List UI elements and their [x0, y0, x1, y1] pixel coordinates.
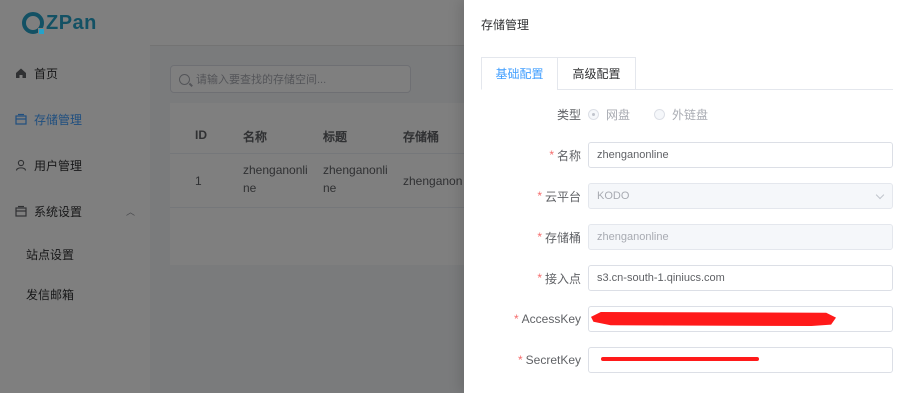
field-label-text: 名称	[556, 148, 581, 163]
required-mark: *	[537, 230, 542, 244]
field-label-text: 存储桶	[544, 230, 581, 245]
field-label-text: AccessKey	[521, 312, 581, 326]
required-mark: *	[537, 189, 542, 203]
tab-basic-config[interactable]: 基础配置	[481, 57, 558, 90]
tabs: 基础配置 高级配置	[481, 57, 893, 90]
field-label: * 名称	[549, 142, 581, 168]
form-row-access-key: * AccessKey	[481, 306, 893, 332]
type-radio-group: 网盘 外链盘	[588, 101, 732, 127]
form-row-name: * 名称 zhenganonline	[481, 142, 893, 168]
form-row-cloud: * 云平台 KODO	[481, 183, 893, 209]
radio-label: 外链盘	[672, 107, 709, 122]
field-label-text: SecretKey	[525, 353, 581, 367]
redaction-mark	[601, 357, 759, 361]
field-label: * 存储桶	[537, 224, 581, 250]
tab-advanced-config[interactable]: 高级配置	[557, 57, 636, 90]
access-key-input[interactable]	[588, 306, 893, 332]
redaction-mark	[591, 312, 836, 326]
form-row-secret-key: * SecretKey	[481, 347, 893, 373]
secret-key-input[interactable]	[588, 347, 893, 373]
radio-label: 网盘	[606, 107, 631, 122]
field-label-text: 云平台	[544, 189, 581, 204]
endpoint-input-value: s3.cn-south-1.qiniucs.com	[597, 272, 725, 284]
required-mark: *	[513, 312, 519, 326]
field-label: 类型	[557, 101, 581, 127]
name-input[interactable]: zhenganonline	[588, 142, 893, 168]
field-label: * 接入点	[537, 265, 581, 291]
required-mark: *	[549, 148, 554, 162]
form-row-type: 类型 网盘 外链盘	[481, 101, 893, 127]
bucket-input-value: zhenganonline	[597, 231, 669, 243]
required-mark: *	[537, 271, 542, 285]
cloud-select[interactable]: KODO	[588, 183, 893, 209]
field-label: * AccessKey	[514, 306, 581, 332]
storage-drawer: 存储管理 基础配置 高级配置 类型 网盘 外链盘 * 名称 zhenganonl…	[464, 0, 900, 393]
field-label: * 云平台	[537, 183, 581, 209]
endpoint-input[interactable]: s3.cn-south-1.qiniucs.com	[588, 265, 893, 291]
drawer-title: 存储管理	[481, 18, 530, 32]
bucket-input[interactable]: zhenganonline	[588, 224, 893, 250]
radio-netdisk[interactable]: 网盘	[588, 106, 630, 123]
cloud-select-value: KODO	[597, 190, 630, 202]
form-row-bucket: * 存储桶 zhenganonline	[481, 224, 893, 250]
radio-checked-icon	[588, 108, 599, 120]
tab-label: 高级配置	[572, 67, 621, 81]
radio-unchecked-icon	[654, 108, 666, 120]
required-mark: *	[517, 353, 523, 367]
field-label: * SecretKey	[518, 347, 581, 373]
tab-label: 基础配置	[495, 67, 544, 81]
field-label-text: 类型	[556, 107, 581, 122]
name-input-value: zhenganonline	[597, 149, 669, 161]
form-row-endpoint: * 接入点 s3.cn-south-1.qiniucs.com	[481, 265, 893, 291]
divider	[635, 89, 893, 90]
radio-external-link[interactable]: 外链盘	[654, 106, 708, 123]
field-label-text: 接入点	[544, 271, 581, 286]
